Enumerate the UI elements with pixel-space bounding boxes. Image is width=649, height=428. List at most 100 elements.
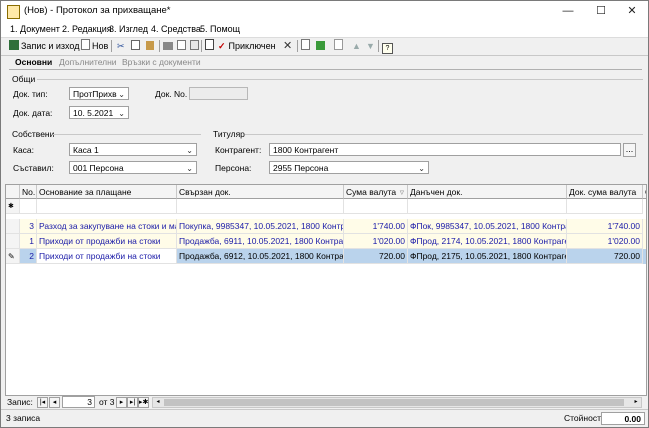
linked-doc-cell[interactable]: Продажба, 6912, 10.05.2021, 1800 Контраг…	[177, 249, 344, 264]
toolbar-separator	[111, 40, 112, 52]
menu-document[interactable]: 1. Документ	[10, 24, 60, 34]
basis-cell[interactable]: Приходи от продажби на стоки	[37, 234, 177, 249]
scroll-right-icon[interactable]: ▸	[631, 398, 641, 407]
menu-tools[interactable]: 4. Средства	[151, 24, 201, 34]
list-icon[interactable]	[301, 39, 312, 53]
cancel-x-icon[interactable]: ✕	[283, 39, 292, 53]
column-header-extra[interactable]: С	[643, 185, 646, 199]
tab-document-links[interactable]: Връзки с документи	[122, 57, 201, 67]
value-label: Стойност:	[564, 413, 604, 423]
column-header-basis[interactable]: Основание за плащане	[37, 185, 177, 199]
menu-view[interactable]: 3. Изглед	[109, 24, 148, 34]
amount-cell[interactable]: 1'020.00	[344, 234, 408, 249]
menu-edit[interactable]: 2. Редакция	[62, 24, 112, 34]
doc-date-value: 10. 5.2021	[73, 108, 114, 118]
column-header-no[interactable]: No.	[20, 185, 37, 199]
maximize-button[interactable]: ☐	[585, 1, 617, 22]
title-bar: (Нов) - Протокол за прихващане* — ☐ ✕	[1, 1, 648, 22]
save-icon	[9, 40, 19, 50]
scrollbar-thumb[interactable]	[164, 399, 624, 406]
chevron-down-icon: ⌄	[418, 164, 425, 173]
amount-cell[interactable]: 720.00	[344, 249, 408, 264]
row-number: 1	[20, 234, 37, 249]
row-number: 2	[20, 249, 37, 264]
doc-date-label: Док. дата:	[13, 108, 53, 118]
linked-doc-cell[interactable]: Продажба, 6911, 10.05.2021, 1800 Контраг…	[177, 234, 344, 249]
edit-document-icon[interactable]	[205, 39, 216, 53]
doc-amount-cell[interactable]: 1'740.00	[567, 219, 643, 234]
value-field: 0.00	[601, 412, 645, 425]
first-record-button[interactable]: |◂	[37, 397, 48, 408]
tab-additional[interactable]: Допълнителни	[59, 57, 117, 67]
new-record-button[interactable]: ▸✱	[138, 397, 149, 408]
minimize-button[interactable]: —	[552, 1, 584, 22]
tax-doc-cell[interactable]: ФПрод, 2175, 10.05.2021, 1800 Контрагент	[408, 249, 567, 264]
new-row-icon: ✱	[6, 199, 20, 214]
contractor-field[interactable]: 1800 Контрагент	[269, 143, 621, 156]
contractor-label: Контрагент:	[215, 145, 262, 155]
save-exit-label: Запис и изход	[21, 41, 80, 51]
author-label: Съставил:	[13, 163, 54, 173]
cut-icon[interactable]: ✂	[117, 39, 125, 53]
close-button[interactable]: ✕	[616, 1, 648, 22]
basis-cell[interactable]: Приходи от продажби на стоки	[37, 249, 177, 264]
amount-cell[interactable]: 1'740.00	[344, 219, 408, 234]
tab-divider	[9, 69, 642, 70]
cash-select[interactable]: Каса 1 ⌄	[69, 143, 197, 156]
new-button[interactable]: Нов	[81, 39, 108, 53]
doc-no-label: Док. No.	[155, 89, 188, 99]
author-select[interactable]: 001 Персона ⌄	[69, 161, 197, 174]
basis-cell[interactable]: Разход за закупуване на стоки и ма...	[37, 219, 177, 234]
doc-date-picker[interactable]: 10. 5.2021 ⌄	[69, 106, 129, 119]
column-header-tax-doc[interactable]: Данъчен док.	[408, 185, 567, 199]
save-exit-button[interactable]: Запис и изход	[9, 39, 79, 53]
group-divider	[37, 79, 643, 80]
column-header-doc-amount[interactable]: Док. сума валута	[567, 185, 643, 199]
checkmark-icon: ✓	[218, 41, 226, 51]
blank-page-icon[interactable]	[334, 39, 345, 53]
doc-type-select[interactable]: ПротПрихв ⌄	[69, 87, 129, 100]
column-header-amount[interactable]: Сума валута ▿	[344, 185, 408, 199]
tax-doc-cell[interactable]: ФПрод, 2174, 10.05.2021, 1800 Контрагент	[408, 234, 567, 249]
horizontal-scrollbar[interactable]: ◂ ▸	[152, 397, 642, 408]
finish-button[interactable]: ✓ Приключен	[218, 39, 276, 53]
contractor-browse-button[interactable]: ...	[623, 143, 636, 157]
new-label: Нов	[92, 41, 109, 51]
current-record-input[interactable]: 3	[62, 396, 95, 408]
move-down-icon[interactable]: ▼	[366, 39, 375, 53]
linked-doc-cell[interactable]: Покупка, 9985347, 10.05.2021, 1800 Контр…	[177, 219, 344, 234]
print-icon[interactable]	[163, 39, 175, 53]
toolbar: Запис и изход Нов ✂ ✓ Приключен ✕ ▲ ▼ ?	[1, 37, 648, 56]
table-row-selected[interactable]: ✎ 2 Приходи от продажби на стоки Продажб…	[6, 249, 646, 264]
record-navigator: Запис: |◂ ◂ 3 от 3 ▸ ▸| ▸✱ ◂ ▸	[5, 396, 645, 409]
record-total: от 3	[99, 397, 115, 407]
prev-record-button[interactable]: ◂	[49, 397, 60, 408]
copy-icon[interactable]	[131, 39, 142, 53]
export-icon[interactable]	[190, 39, 201, 53]
table-row[interactable]: 3 Разход за закупуване на стоки и ма... …	[6, 219, 646, 234]
finish-label: Приключен	[228, 41, 276, 51]
help-icon[interactable]: ?	[382, 39, 395, 54]
menu-help[interactable]: 5. Помощ	[200, 24, 240, 34]
last-record-button[interactable]: ▸|	[127, 397, 138, 408]
toolbar-separator	[159, 40, 160, 52]
table-row[interactable]: 1 Приходи от продажби на стоки Продажба,…	[6, 234, 646, 249]
own-group-label: Собствени	[12, 129, 55, 139]
doc-amount-cell[interactable]: 1'020.00	[567, 234, 643, 249]
doc-no-field	[189, 87, 248, 100]
sort-icon: ▿	[399, 187, 404, 197]
tab-main[interactable]: Основни	[15, 57, 52, 67]
person-select[interactable]: 2955 Персона ⌄	[269, 161, 429, 174]
scroll-left-icon[interactable]: ◂	[153, 398, 163, 407]
next-record-button[interactable]: ▸	[116, 397, 127, 408]
new-row[interactable]: ✱	[6, 199, 646, 214]
edit-pencil-icon: ✎	[6, 249, 20, 264]
paste-icon[interactable]	[146, 39, 156, 53]
preview-icon[interactable]	[177, 39, 188, 53]
move-up-icon[interactable]: ▲	[352, 39, 361, 53]
author-value: 001 Персона	[73, 163, 124, 173]
refresh-icon[interactable]	[316, 39, 327, 53]
doc-amount-cell[interactable]: 720.00	[567, 249, 643, 264]
column-header-linked-doc[interactable]: Свързан док.	[177, 185, 344, 199]
tax-doc-cell[interactable]: ФПок, 9985347, 10.05.2021, 1800 Контраге…	[408, 219, 567, 234]
